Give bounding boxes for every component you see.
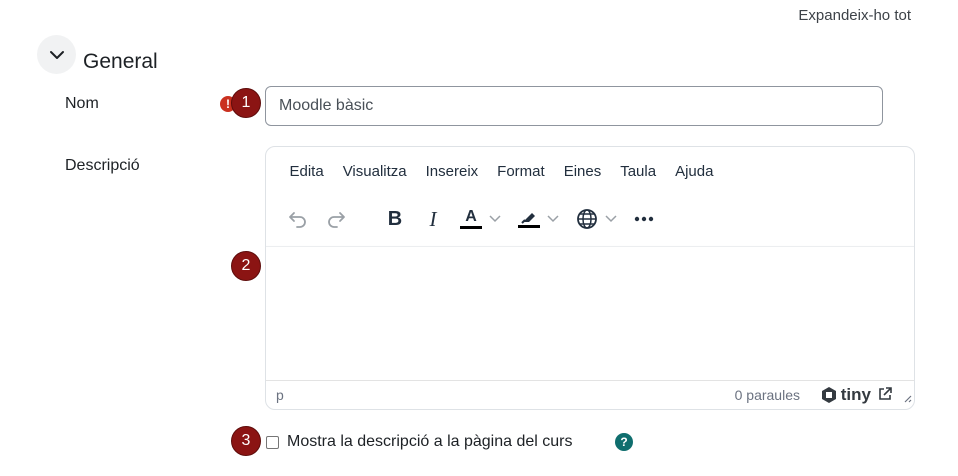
step-badge-1: 1 (231, 88, 261, 118)
description-label: Descripció (65, 157, 140, 174)
language-icon (577, 209, 597, 229)
word-count[interactable]: 0 paraules (735, 387, 800, 403)
menu-format[interactable]: Format (488, 163, 555, 180)
italic-icon: I (429, 206, 437, 231)
description-editor[interactable]: Edita Visualitza Insereix Format Eines T… (265, 146, 915, 410)
editor-content-area[interactable] (266, 247, 914, 381)
editor-toolbar: B I A (280, 205, 662, 233)
menu-tools[interactable]: Eines (554, 163, 611, 180)
redo-icon (328, 212, 345, 228)
language-button[interactable] (568, 205, 626, 233)
name-label: Nom (65, 95, 99, 112)
chevron-down-icon (605, 215, 617, 223)
name-input[interactable] (265, 86, 883, 126)
undo-button[interactable] (280, 205, 316, 233)
editor-menubar: Edita Visualitza Insereix Format Eines T… (280, 163, 723, 180)
step-badge-3: 3 (231, 426, 261, 456)
show-description-checkbox[interactable] (266, 435, 279, 449)
section-collapse-toggle[interactable] (37, 35, 76, 74)
chevron-down-icon (49, 50, 64, 59)
editor-statusbar: p 0 paraules tiny (266, 380, 914, 409)
more-button[interactable] (626, 205, 662, 233)
undo-icon (289, 212, 306, 228)
menu-help[interactable]: Ajuda (666, 163, 723, 180)
menu-table[interactable]: Taula (611, 163, 666, 180)
show-description-label[interactable]: Mostra la descripció a la pàgina del cur… (287, 433, 572, 451)
bold-button[interactable]: B (376, 205, 414, 233)
chevron-down-icon (547, 215, 559, 223)
tiny-logo-icon (821, 387, 836, 403)
italic-button[interactable]: I (414, 205, 452, 233)
bold-icon: B (387, 207, 403, 230)
question-icon[interactable]: ? (615, 433, 633, 451)
expand-all-link[interactable]: Expandeix-ho tot (798, 7, 911, 24)
section-title: General (83, 50, 158, 73)
menu-edit[interactable]: Edita (280, 163, 333, 180)
text-color-icon: A (460, 209, 482, 229)
show-description-option: Mostra la descripció a la pàgina del cur… (266, 433, 572, 451)
chevron-down-icon (489, 215, 501, 223)
menu-insert[interactable]: Insereix (416, 163, 488, 180)
redo-button[interactable] (316, 205, 356, 233)
element-path[interactable]: p (276, 387, 284, 403)
menu-view[interactable]: Visualitza (333, 163, 416, 180)
external-link-icon[interactable] (877, 386, 893, 402)
highlight-color-icon (518, 210, 540, 228)
more-icon (634, 216, 654, 222)
resize-handle-icon[interactable] (902, 393, 912, 403)
text-color-button[interactable]: A (452, 205, 510, 233)
tiny-logo[interactable]: tiny (820, 385, 871, 405)
highlight-color-button[interactable] (510, 205, 568, 233)
step-badge-2: 2 (231, 251, 261, 281)
